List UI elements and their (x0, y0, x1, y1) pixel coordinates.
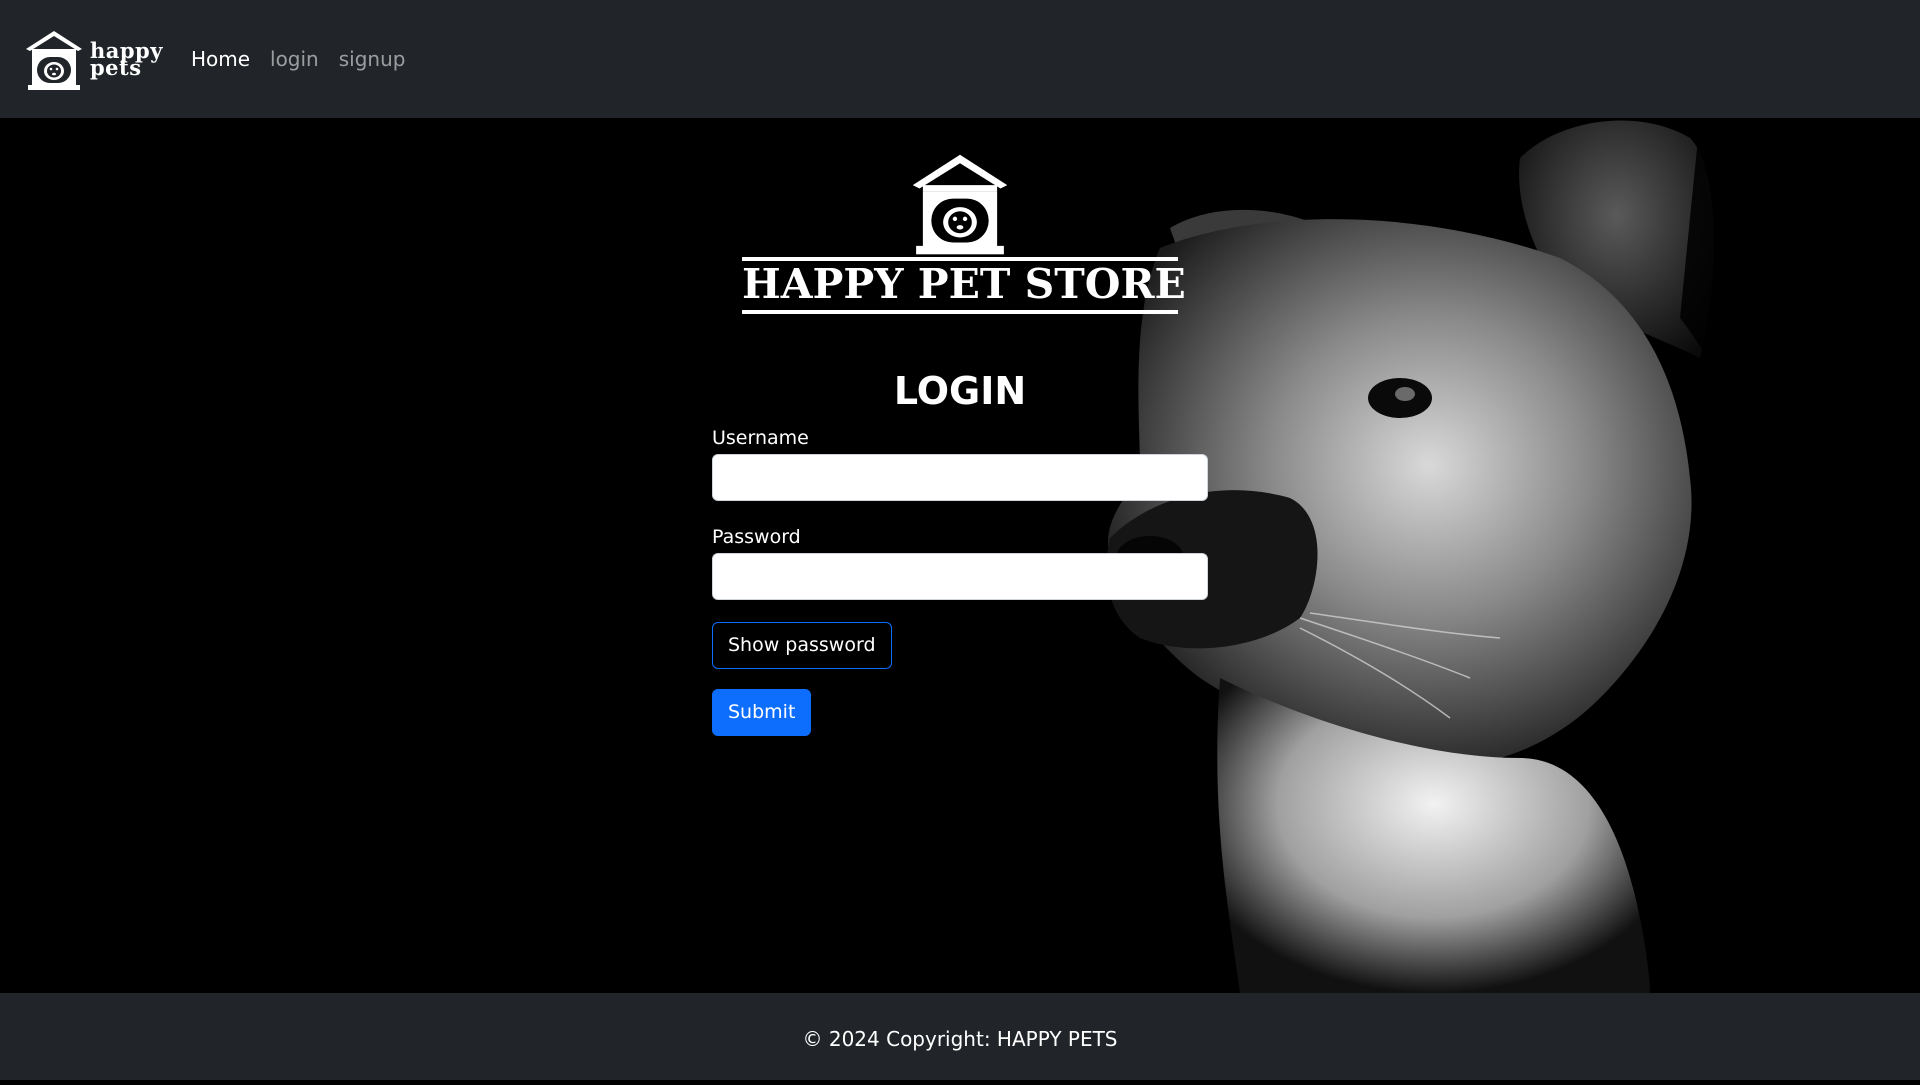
footer: © 2024 Copyright: HAPPY PETS (0, 993, 1920, 1080)
brand-text: happy pets (90, 40, 163, 78)
hero-section: HAPPY PET STORE LOGIN Username Password … (0, 118, 1920, 993)
store-name-rule-bottom (742, 310, 1178, 314)
store-name: HAPPY PET STORE (742, 260, 1186, 308)
password-input[interactable] (712, 553, 1208, 600)
submit-button[interactable]: Submit (712, 689, 812, 736)
copyright-text: © 2024 Copyright: HAPPY PETS (802, 1027, 1118, 1051)
nav-signup-link[interactable]: signup (339, 47, 406, 71)
store-logo: HAPPY PET STORE (742, 148, 1186, 318)
username-label: Username (712, 427, 809, 449)
password-label: Password (712, 526, 801, 548)
show-password-button[interactable]: Show password (712, 622, 892, 669)
doghouse-logo-icon (26, 31, 82, 90)
nav-home-link[interactable]: Home (191, 47, 250, 71)
nav-login-link[interactable]: login (270, 47, 319, 71)
login-form: LOGIN Username Password Show password Su… (712, 368, 1208, 736)
navbar: happy pets Home login signup (0, 0, 1920, 118)
store-doghouse-icon (912, 154, 1008, 255)
login-title: LOGIN (893, 369, 1027, 413)
brand-logo[interactable]: happy pets (22, 26, 163, 92)
username-input[interactable] (712, 454, 1208, 501)
